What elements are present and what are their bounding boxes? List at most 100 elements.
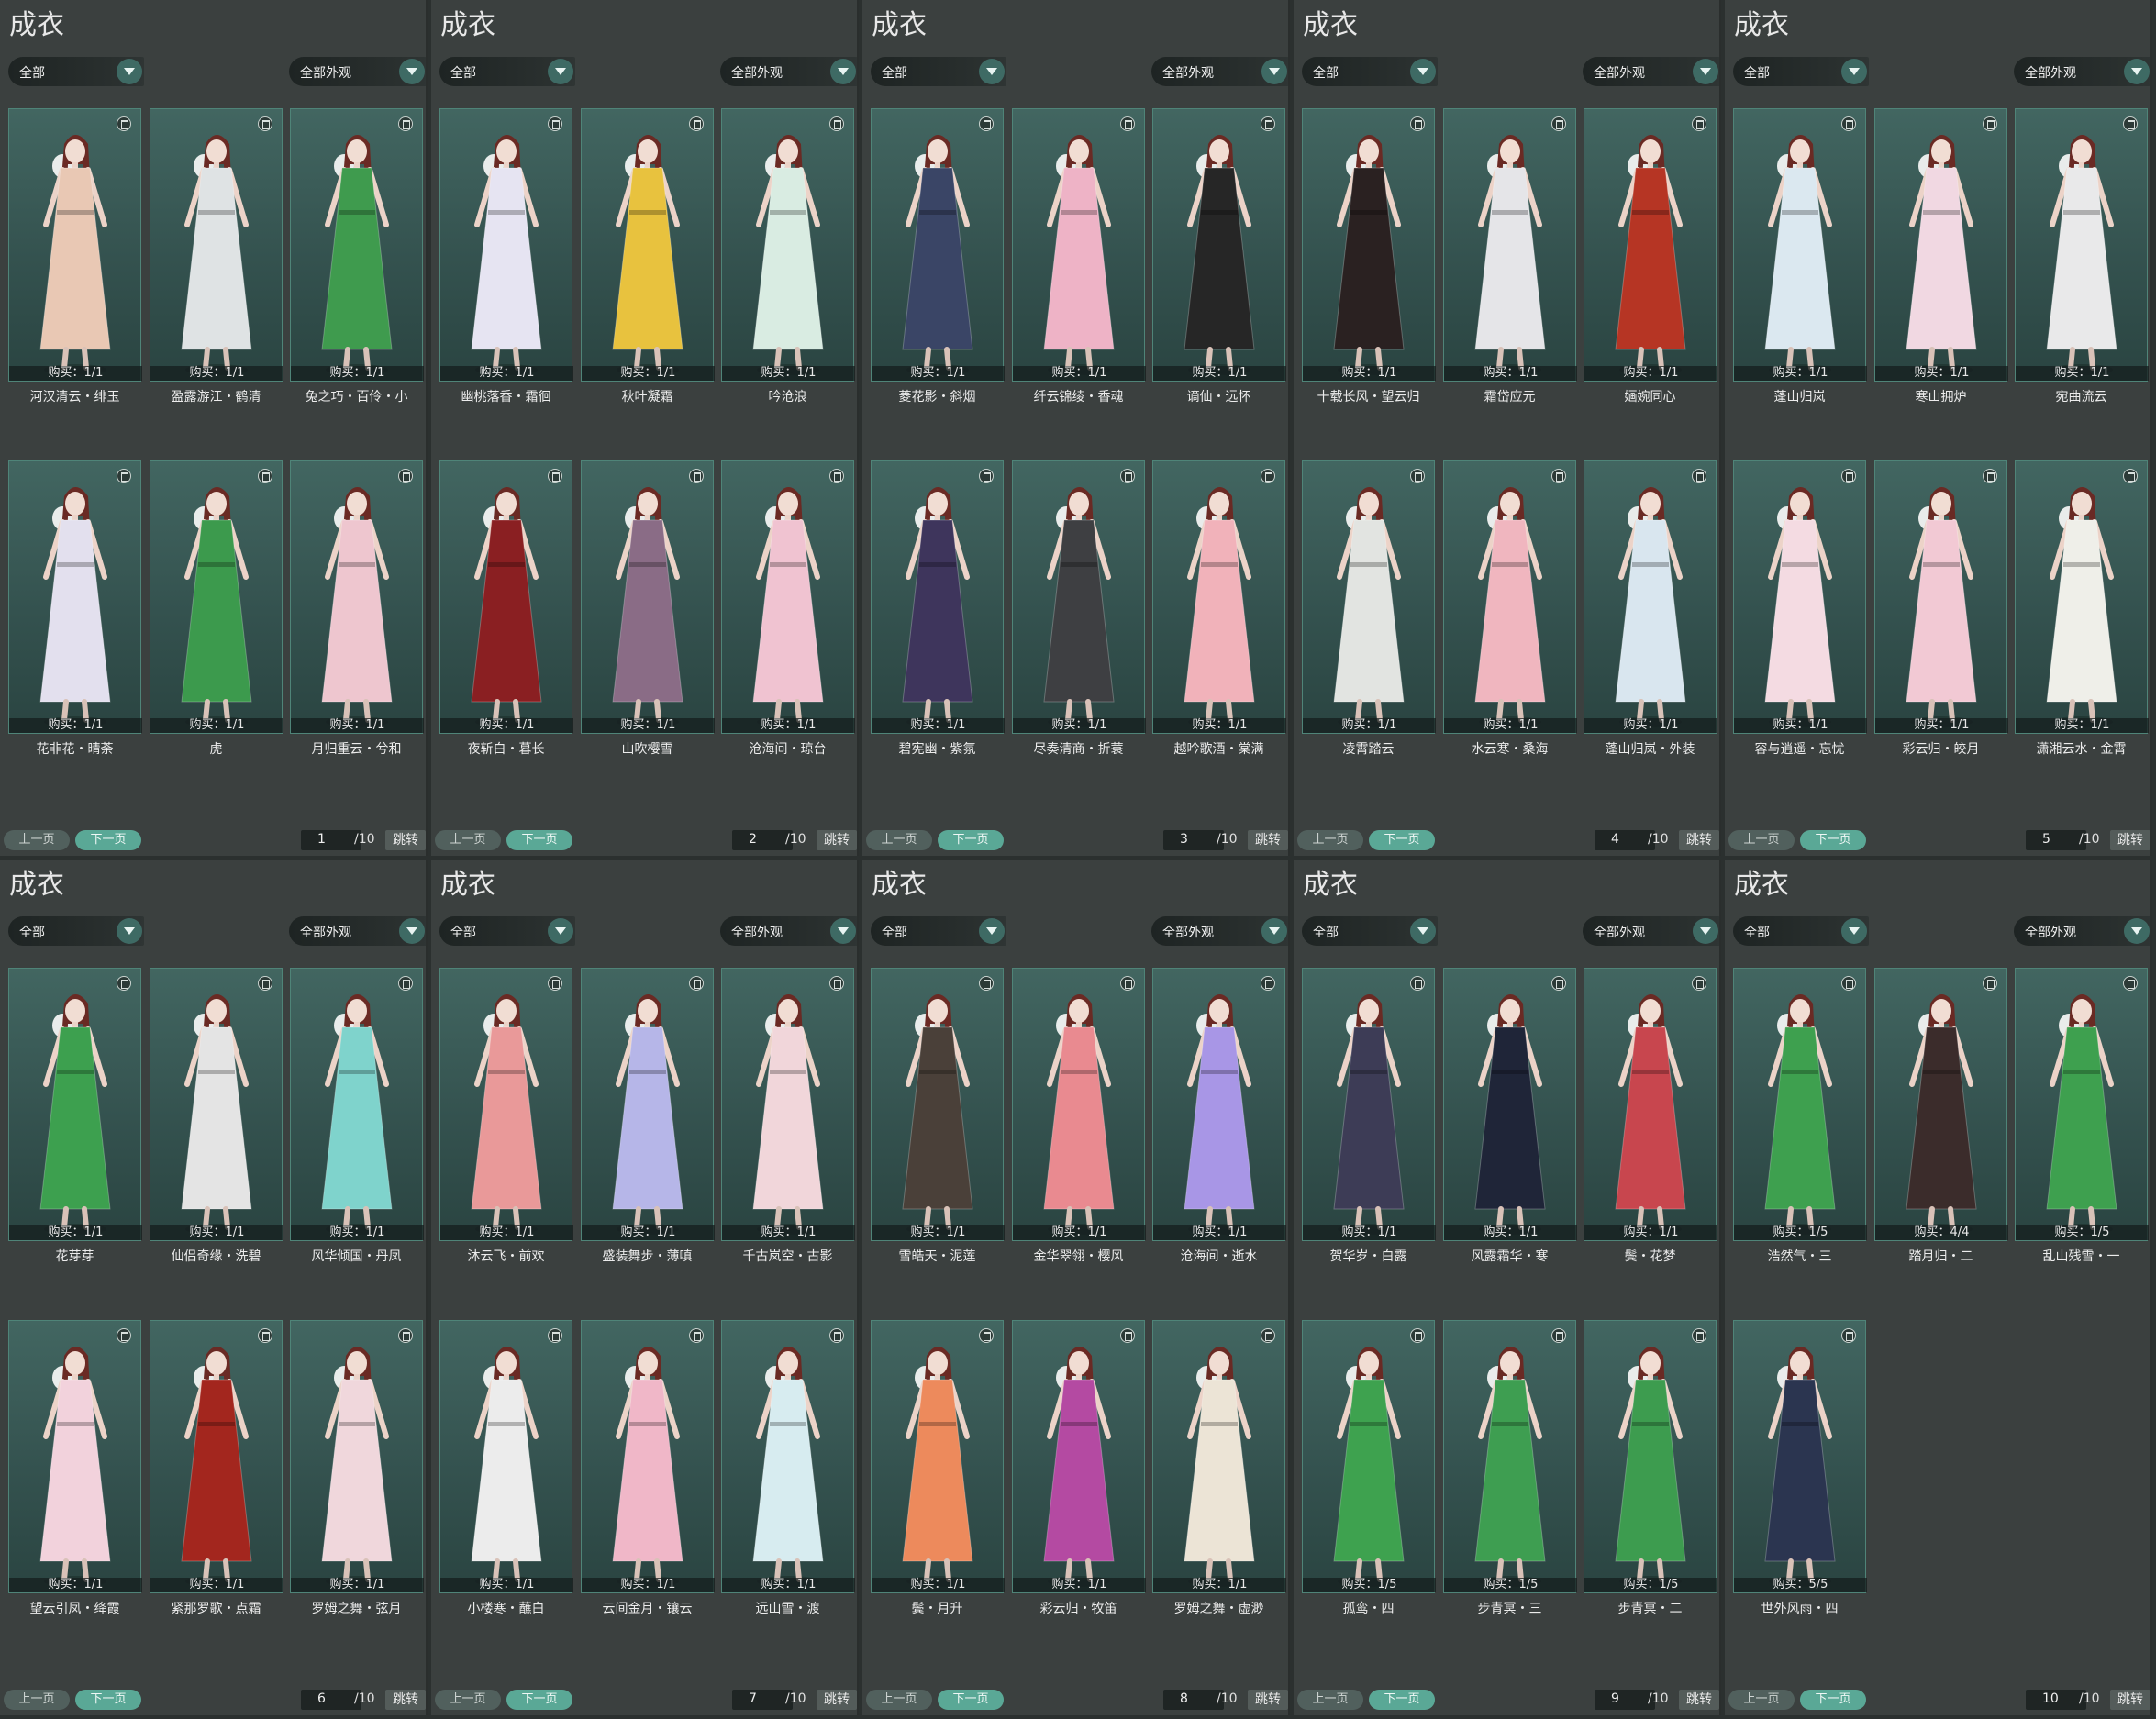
trash-icon[interactable] xyxy=(979,976,994,991)
outfit-preview[interactable]: 购买：1/1 xyxy=(581,1320,715,1593)
outfit-card[interactable]: 购买：1/1 花芽芽 xyxy=(8,968,142,1264)
outfit-preview[interactable]: 购买：1/1 xyxy=(1152,108,1286,382)
trash-icon[interactable] xyxy=(1692,116,1706,131)
outfit-card[interactable]: 购买：1/1 水云寒・桑海 xyxy=(1443,460,1577,757)
outfit-preview[interactable]: 购买：1/1 xyxy=(290,108,424,382)
next-page-button[interactable]: 下一页 xyxy=(938,830,1004,850)
trash-icon[interactable] xyxy=(548,116,562,131)
outfit-card[interactable]: 购买：1/1 鬓・花梦 xyxy=(1584,968,1717,1264)
outfit-card[interactable]: 购买：1/1 十载长风・望云归 xyxy=(1302,108,1436,405)
outfit-card[interactable]: 购买：1/5 浩然气・三 xyxy=(1733,968,1867,1264)
outfit-card[interactable]: 购买：1/1 月归重云・兮和 xyxy=(290,460,424,757)
next-page-button[interactable]: 下一页 xyxy=(1369,1690,1435,1710)
trash-icon[interactable] xyxy=(1261,116,1275,131)
trash-icon[interactable] xyxy=(548,976,562,991)
trash-icon[interactable] xyxy=(829,1328,844,1343)
outfit-preview[interactable]: 购买：1/1 xyxy=(1874,460,2008,734)
trash-icon[interactable] xyxy=(689,469,704,483)
outfit-card[interactable]: 购买：1/1 仙侣奇缘・洗碧 xyxy=(150,968,283,1264)
outfit-card[interactable]: 购买：1/1 蓬山归岚 xyxy=(1733,108,1867,405)
outfit-preview[interactable]: 购买：1/1 xyxy=(1012,1320,1146,1593)
outfit-preview[interactable]: 购买：1/5 xyxy=(1443,1320,1577,1593)
trash-icon[interactable] xyxy=(398,1328,413,1343)
category-filter-dropdown[interactable]: 全部 xyxy=(8,916,144,946)
dropdown-toggle-button[interactable] xyxy=(1693,918,1718,944)
outfit-preview[interactable]: 购买：1/1 xyxy=(290,460,424,734)
outfit-card[interactable]: 购买：1/5 乱山残雪・一 xyxy=(2015,968,2149,1264)
next-page-button[interactable]: 下一页 xyxy=(1800,830,1866,850)
page-number-input[interactable]: 4/10 xyxy=(1595,830,1669,850)
page-number-input[interactable]: 3/10 xyxy=(1163,830,1238,850)
outfit-preview[interactable]: 购买：1/1 xyxy=(721,1320,855,1593)
trash-icon[interactable] xyxy=(548,469,562,483)
page-number-input[interactable]: 8/10 xyxy=(1163,1690,1238,1710)
outfit-card[interactable]: 购买：1/1 远山雪・渡 xyxy=(721,1320,855,1616)
trash-icon[interactable] xyxy=(829,976,844,991)
trash-icon[interactable] xyxy=(1261,469,1275,483)
outfit-card[interactable]: 购买：1/1 山吹樱雪 xyxy=(581,460,715,757)
outfit-preview[interactable]: 购买：1/1 xyxy=(1443,108,1577,382)
outfit-preview[interactable]: 购买：1/1 xyxy=(8,968,142,1241)
outfit-card[interactable]: 购买：1/1 纤云锦绫・香魂 xyxy=(1012,108,1146,405)
outfit-preview[interactable]: 购买：1/1 xyxy=(1302,108,1436,382)
prev-page-button[interactable]: 上一页 xyxy=(1728,1690,1795,1710)
outfit-card[interactable]: 购买：1/1 潇湘云水・金霄 xyxy=(2015,460,2149,757)
outfit-preview[interactable]: 购买：1/1 xyxy=(1012,460,1146,734)
outfit-card[interactable]: 购买：1/1 盈露游江・鹤清 xyxy=(150,108,283,405)
outfit-preview[interactable]: 购买：1/1 xyxy=(8,460,142,734)
page-number-input[interactable]: 1/10 xyxy=(301,830,375,850)
dropdown-toggle-button[interactable] xyxy=(548,59,573,84)
appearance-filter-dropdown[interactable]: 全部外观 xyxy=(1151,57,1288,86)
trash-icon[interactable] xyxy=(979,1328,994,1343)
page-number-input[interactable]: 6/10 xyxy=(301,1690,375,1710)
trash-icon[interactable] xyxy=(117,1328,131,1343)
trash-icon[interactable] xyxy=(117,469,131,483)
outfit-card[interactable]: 购买：1/1 风华倾国・丹凤 xyxy=(290,968,424,1264)
outfit-card[interactable]: 购买：1/1 罗姆之舞・虚渺 xyxy=(1152,1320,1286,1616)
outfit-preview[interactable]: 购买：5/5 xyxy=(1733,1320,1867,1593)
category-filter-dropdown[interactable]: 全部 xyxy=(439,57,575,86)
trash-icon[interactable] xyxy=(1410,116,1425,131)
outfit-card[interactable]: 购买：1/1 千古岚空・古影 xyxy=(721,968,855,1264)
dropdown-toggle-button[interactable] xyxy=(1261,59,1287,84)
outfit-preview[interactable]: 购买：1/1 xyxy=(1152,968,1286,1241)
category-filter-dropdown[interactable]: 全部 xyxy=(8,57,144,86)
jump-button[interactable]: 跳转 xyxy=(817,1690,857,1710)
dropdown-toggle-button[interactable] xyxy=(830,59,856,84)
dropdown-toggle-button[interactable] xyxy=(117,918,142,944)
outfit-card[interactable]: 购买：1/1 雪皓天・泥莲 xyxy=(871,968,1005,1264)
prev-page-button[interactable]: 上一页 xyxy=(866,1690,932,1710)
outfit-card[interactable]: 购买：1/1 沧海间・琼台 xyxy=(721,460,855,757)
jump-button[interactable]: 跳转 xyxy=(385,1690,426,1710)
outfit-card[interactable]: 购买：1/1 罗姆之舞・弦月 xyxy=(290,1320,424,1616)
trash-icon[interactable] xyxy=(689,116,704,131)
outfit-preview[interactable]: 购买：1/1 xyxy=(290,968,424,1241)
trash-icon[interactable] xyxy=(1261,1328,1275,1343)
prev-page-button[interactable]: 上一页 xyxy=(1297,830,1363,850)
jump-button[interactable]: 跳转 xyxy=(1248,1690,1288,1710)
outfit-preview[interactable]: 购买：1/1 xyxy=(8,1320,142,1593)
page-number-input[interactable]: 9/10 xyxy=(1595,1690,1669,1710)
outfit-preview[interactable]: 购买：1/1 xyxy=(1584,460,1717,734)
trash-icon[interactable] xyxy=(398,469,413,483)
outfit-card[interactable]: 购买：1/5 孤鸾・四 xyxy=(1302,1320,1436,1616)
next-page-button[interactable]: 下一页 xyxy=(506,830,572,850)
next-page-button[interactable]: 下一页 xyxy=(1369,830,1435,850)
outfit-preview[interactable]: 购买：1/1 xyxy=(581,108,715,382)
prev-page-button[interactable]: 上一页 xyxy=(866,830,932,850)
outfit-card[interactable]: 购买：1/1 贺华岁・白露 xyxy=(1302,968,1436,1264)
appearance-filter-dropdown[interactable]: 全部外观 xyxy=(720,57,857,86)
trash-icon[interactable] xyxy=(117,976,131,991)
trash-icon[interactable] xyxy=(979,116,994,131)
outfit-preview[interactable]: 购买：1/1 xyxy=(581,460,715,734)
appearance-filter-dropdown[interactable]: 全部外观 xyxy=(2014,916,2150,946)
prev-page-button[interactable]: 上一页 xyxy=(4,1690,70,1710)
jump-button[interactable]: 跳转 xyxy=(2110,830,2150,850)
outfit-card[interactable]: 购买：1/1 沧海间・逝水 xyxy=(1152,968,1286,1264)
outfit-card[interactable]: 购买：1/1 容与逍遥・忘忧 xyxy=(1733,460,1867,757)
dropdown-toggle-button[interactable] xyxy=(1261,918,1287,944)
outfit-preview[interactable]: 购买：1/5 xyxy=(1302,1320,1436,1593)
jump-button[interactable]: 跳转 xyxy=(1679,830,1719,850)
jump-button[interactable]: 跳转 xyxy=(817,830,857,850)
outfit-card[interactable]: 购买：1/1 秋叶凝霜 xyxy=(581,108,715,405)
